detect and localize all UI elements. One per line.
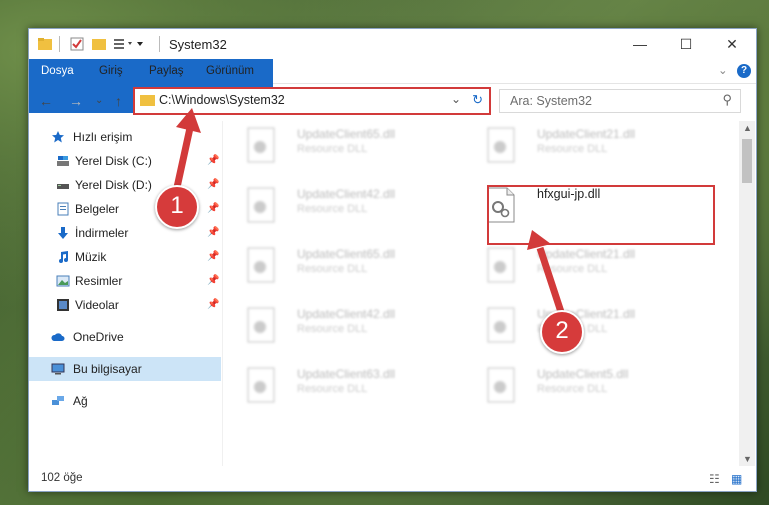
arrow-2-shaft (536, 246, 566, 317)
arrow-1-shaft (172, 127, 194, 193)
arrow-2-head (527, 230, 551, 250)
step-badge-1: 1 (155, 185, 199, 229)
arrow-1-head (176, 108, 201, 133)
step-badge-2: 2 (540, 310, 584, 354)
annotation-arrows (172, 108, 566, 317)
